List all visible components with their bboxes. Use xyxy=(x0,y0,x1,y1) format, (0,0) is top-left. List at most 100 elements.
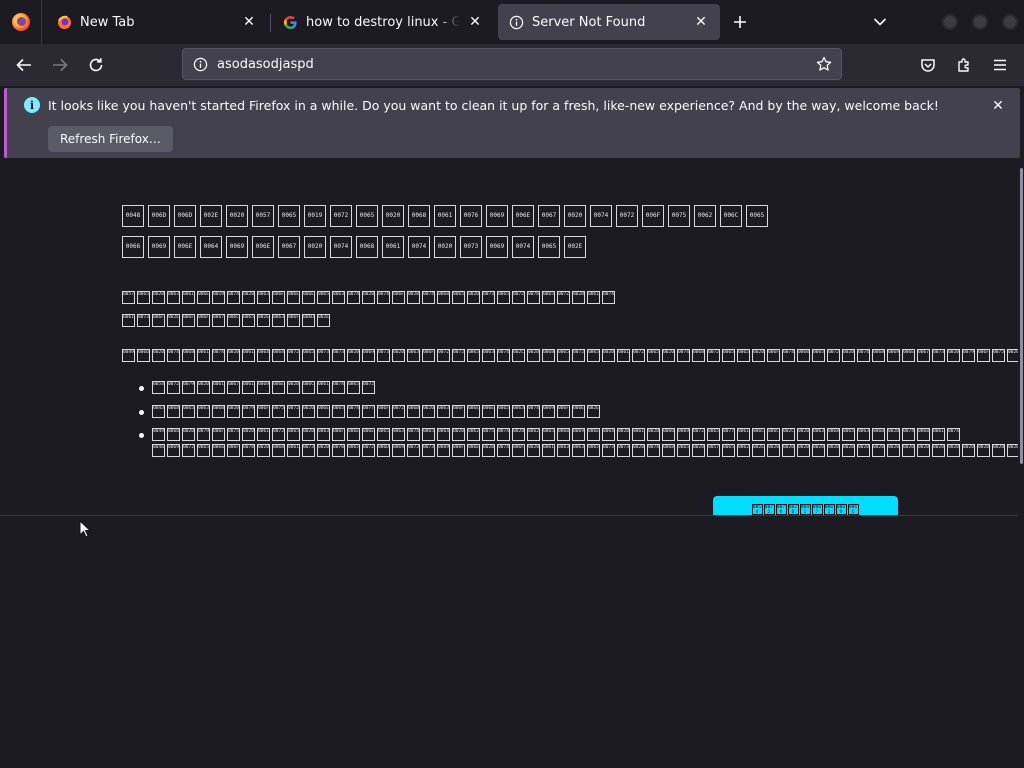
mouse-cursor-icon xyxy=(79,520,91,538)
missing-glyph-box: 0074 xyxy=(602,291,615,304)
missing-glyph-box: 0069 xyxy=(167,444,180,457)
missing-glyph-box: 0020 xyxy=(564,205,586,227)
firefox-view-button[interactable] xyxy=(0,0,42,44)
missing-glyph-box: 006E xyxy=(572,405,585,418)
missing-glyph-box: 0067 xyxy=(811,504,823,515)
pocket-button[interactable] xyxy=(913,50,943,80)
info-icon xyxy=(508,14,524,30)
missing-glyph-box: 0072 xyxy=(512,291,525,304)
missing-glyph-box: 0074 xyxy=(377,291,390,304)
close-window-button[interactable] xyxy=(1002,14,1018,30)
missing-glyph-box: 006C xyxy=(302,381,315,394)
refresh-firefox-notification: i It looks like you haven't started Fire… xyxy=(4,88,1020,158)
tab-google-search[interactable]: how to destroy linux - Google ✕ xyxy=(272,4,494,40)
missing-glyph-box: 0065 xyxy=(347,444,360,457)
missing-glyph-box: 0063 xyxy=(317,428,330,441)
missing-glyph-box: 006F xyxy=(197,314,210,327)
missing-glyph-box: 0068 xyxy=(557,428,570,441)
missing-glyph-box: 0063 xyxy=(557,444,570,457)
maximize-window-button[interactable] xyxy=(972,14,988,30)
missing-glyph-box: 0067 xyxy=(278,236,300,258)
missing-glyph-box: 0073 xyxy=(407,444,420,457)
missing-glyph-box: 0069 xyxy=(887,349,900,362)
missing-glyph-box: 0063 xyxy=(482,349,495,362)
missing-glyph-box: 0020 xyxy=(787,504,799,515)
missing-glyph-box: 006E xyxy=(482,405,495,418)
site-info-icon[interactable] xyxy=(185,49,215,79)
missing-glyph-box: 0069 xyxy=(835,504,847,515)
missing-glyph-box: 0070 xyxy=(332,444,345,457)
missing-glyph-box: 0079 xyxy=(962,349,975,362)
list-all-tabs-button[interactable] xyxy=(866,8,894,36)
missing-glyph-box: 0020 xyxy=(467,291,480,304)
missing-glyph-box: 0074 xyxy=(590,205,612,227)
refresh-firefox-button[interactable]: Refresh Firefox… xyxy=(48,126,173,152)
missing-glyph-box: 0020 xyxy=(947,444,960,457)
reload-button[interactable] xyxy=(81,50,111,80)
missing-glyph-box: 0075 xyxy=(227,428,240,441)
address-bar[interactable] xyxy=(182,48,842,80)
missing-glyph-box: 0061 xyxy=(182,291,195,304)
missing-glyph-box: 0020 xyxy=(917,444,930,457)
missing-glyph-box: 006B xyxy=(872,428,885,441)
missing-glyph-box: 0075 xyxy=(992,349,1005,362)
close-tab-icon[interactable]: ✕ xyxy=(466,13,484,31)
url-input[interactable] xyxy=(215,56,809,72)
tab-new-tab[interactable]: New Tab ✕ xyxy=(46,4,268,40)
missing-glyph-box: 0065 xyxy=(842,428,855,441)
missing-glyph-box: 0020 xyxy=(692,444,705,457)
missing-glyph-box: 0061 xyxy=(197,349,210,362)
missing-glyph-box: 006E xyxy=(467,405,480,418)
missing-glyph-box: 0049 xyxy=(122,349,135,362)
missing-glyph-box: 006F xyxy=(512,444,525,457)
missing-glyph-box: 0072 xyxy=(763,504,775,515)
missing-glyph-box: 0076 xyxy=(527,291,540,304)
missing-glyph-box: 0073 xyxy=(137,314,150,327)
list-bullet xyxy=(139,410,144,415)
missing-glyph-box: 0067 xyxy=(538,205,560,227)
app-menu-button[interactable] xyxy=(985,50,1015,80)
missing-glyph-box: 0065 xyxy=(812,349,825,362)
chevron-down-icon xyxy=(873,18,887,26)
close-tab-icon[interactable]: ✕ xyxy=(240,13,258,31)
missing-glyph-box: 0077 xyxy=(362,405,375,418)
missing-glyph-box: 0020 xyxy=(752,349,765,362)
missing-glyph-box: 0061 xyxy=(242,381,255,394)
back-button[interactable] xyxy=(9,50,39,80)
bookmark-star-icon[interactable] xyxy=(809,49,839,79)
missing-glyph-box: 006F xyxy=(422,349,435,362)
forward-button[interactable] xyxy=(45,50,75,80)
suggestions-heading: 0049 0066 0020 0074 0068 0061 0074 0020 0061 0064… xyxy=(122,349,1018,362)
new-tab-button[interactable] xyxy=(726,8,754,36)
missing-glyph-box: 002E xyxy=(752,444,765,457)
try-again-label: 0054 0072 0079 0020 0041 0067 0061 0069 006E xyxy=(751,504,860,515)
missing-glyph-box: 0075 xyxy=(482,428,495,441)
error-description-line-2: 0061 0073 006F 002E 006F 006F 0067 006C 0065 002E… xyxy=(122,314,332,327)
extensions-button[interactable] xyxy=(949,50,979,80)
try-again-button[interactable]: 0054 0072 0079 0020 0041 0067 0061 0069 006E xyxy=(713,496,898,515)
close-tab-icon[interactable]: ✕ xyxy=(692,13,710,31)
missing-glyph-box: 0067 xyxy=(227,381,240,394)
missing-glyph-box: 006F xyxy=(767,349,780,362)
page-scrollbar[interactable] xyxy=(1020,168,1023,464)
tab-server-not-found[interactable]: Server Not Found ✕ xyxy=(498,4,720,40)
missing-glyph-box: 0063 xyxy=(332,291,345,304)
missing-glyph-box: 0074 xyxy=(347,291,360,304)
close-notification-icon[interactable]: ✕ xyxy=(988,96,1008,116)
missing-glyph-box: 0020 xyxy=(977,444,990,457)
missing-glyph-box: 0068 xyxy=(692,349,705,362)
missing-glyph-box: 0020 xyxy=(434,236,456,258)
missing-glyph-box: 006F xyxy=(182,314,195,327)
minimize-window-button[interactable] xyxy=(942,14,958,30)
missing-glyph-box: 0068 xyxy=(662,444,675,457)
missing-glyph-box: 0020 xyxy=(407,291,420,304)
missing-glyph-box: 0074 xyxy=(902,428,915,441)
missing-glyph-box: 0020 xyxy=(887,428,900,441)
missing-glyph-box: 006F xyxy=(257,405,270,418)
missing-glyph-box: 0063 xyxy=(257,291,270,304)
missing-glyph-box: 0074 xyxy=(422,291,435,304)
missing-glyph-box: 0063 xyxy=(407,349,420,362)
missing-glyph-box: 0065 xyxy=(242,314,255,327)
missing-glyph-box: 0074 xyxy=(407,428,420,441)
missing-glyph-box: 006E xyxy=(847,504,859,515)
